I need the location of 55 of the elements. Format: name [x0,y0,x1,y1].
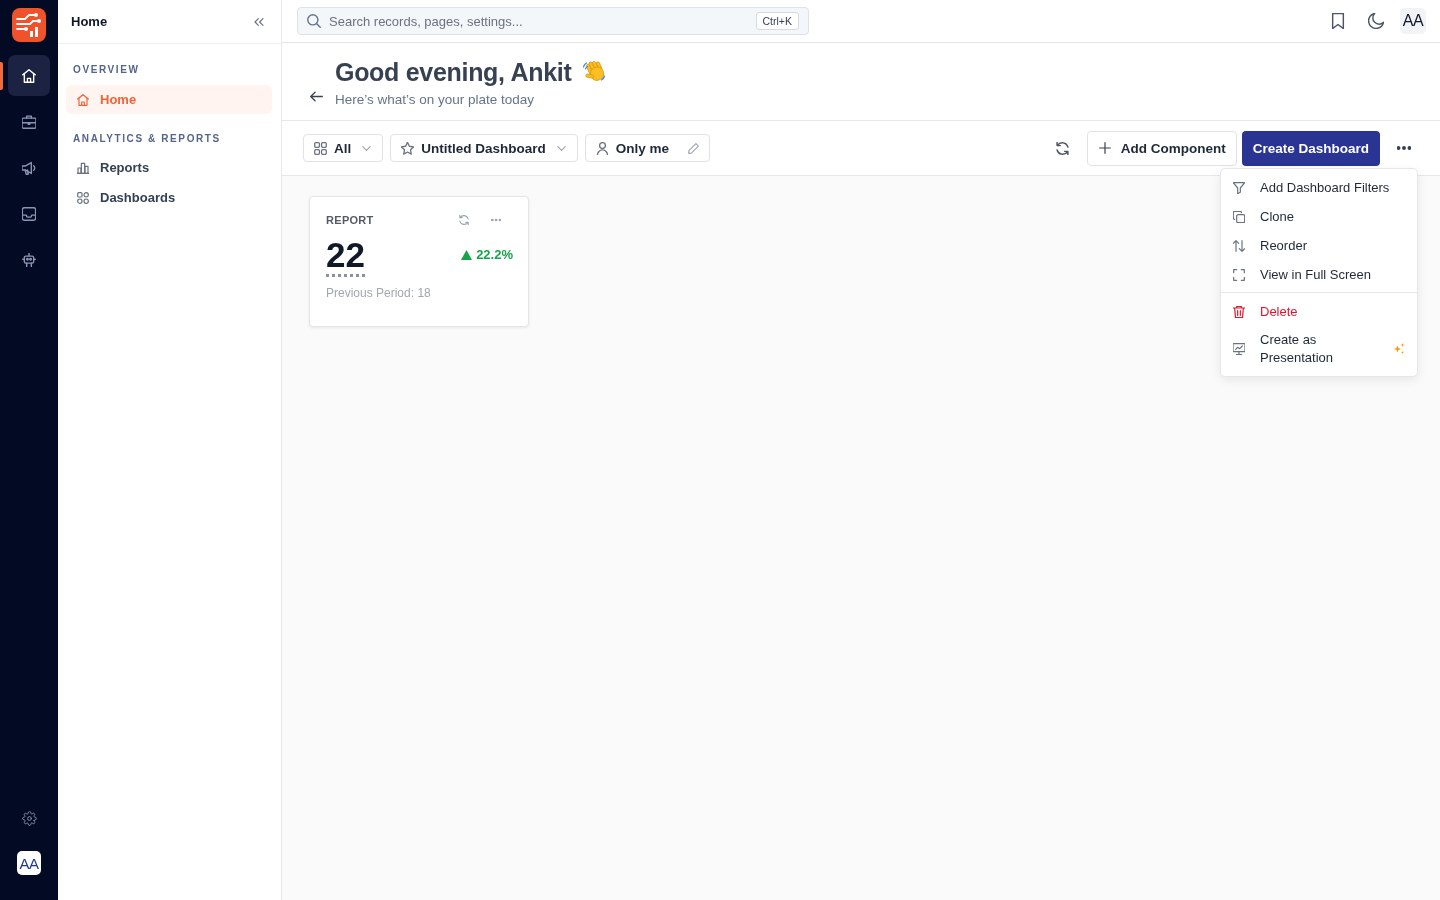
fullscreen-icon [1233,268,1245,281]
card-title: REPORT [326,214,374,226]
star-icon [401,141,415,155]
plus-icon [1098,142,1111,154]
create-dashboard-button[interactable]: Create Dashboard [1241,130,1380,166]
menu-item[interactable]: Delete [1221,297,1417,326]
shortcut-hint: Ctrl+K [755,12,799,30]
inbox-icon [22,206,36,221]
grid-icon [314,141,327,155]
presentation-icon [1233,343,1245,355]
arrow-left-icon [310,90,323,103]
user-icon [595,141,609,155]
user-avatar[interactable]: AA [17,851,41,875]
sidebar-item[interactable]: Dashboards [66,183,272,212]
greeting-title: Good evening, Ankit [335,57,572,88]
filter-dropdown[interactable]: All [303,134,384,162]
settings-icon [21,810,37,826]
greeting-subtitle: Here’s what’s on your plate today [335,91,536,109]
metric-value: 22 [326,238,365,277]
robot-icon [22,252,36,267]
moon-icon [1368,13,1384,29]
menu-item[interactable]: Add Dashboard Filters [1221,173,1417,202]
rail-nav-button[interactable] [8,55,50,96]
menu-item[interactable]: Create as Presentation [1221,326,1417,372]
refresh-icon [1056,141,1070,155]
change-percent: 22.2% [476,247,513,262]
briefcase-icon [22,114,36,129]
previous-period: Previous Period: 18 [326,286,432,300]
filter-icon [1233,181,1245,194]
add-component-button[interactable]: Add Component [1086,130,1237,166]
dashboard-grid-icon [77,191,89,204]
copy-icon [1233,210,1245,223]
home-icon [77,93,89,106]
user-avatar[interactable]: AA [1400,8,1426,34]
menu-item[interactable]: View in Full Screen [1221,260,1417,289]
home-icon [22,68,36,83]
menu-item[interactable]: Clone [1221,202,1417,231]
active-indicator [0,61,3,90]
logo-icon [12,8,46,42]
search-icon [307,14,321,28]
section-heading: ANALYTICS & REPORTS [73,132,222,146]
trash-icon [1233,305,1245,318]
menu-item[interactable]: Reorder [1221,231,1417,260]
refresh-icon [459,215,469,225]
sidebar-title: Home [71,14,108,29]
double-chevron-left-icon [253,15,265,28]
section-heading: OVERVIEW [73,63,141,77]
bookmark-icon [1330,13,1346,29]
filter-dropdown[interactable]: Only me [584,134,711,162]
sidebar-item[interactable]: Reports [66,153,272,182]
pencil-icon [688,142,700,154]
megaphone-icon [22,160,36,175]
bar-chart-icon [77,161,89,174]
sort-arrows-icon [1233,239,1245,252]
filter-dropdown[interactable]: Untitled Dashboard [390,134,578,162]
